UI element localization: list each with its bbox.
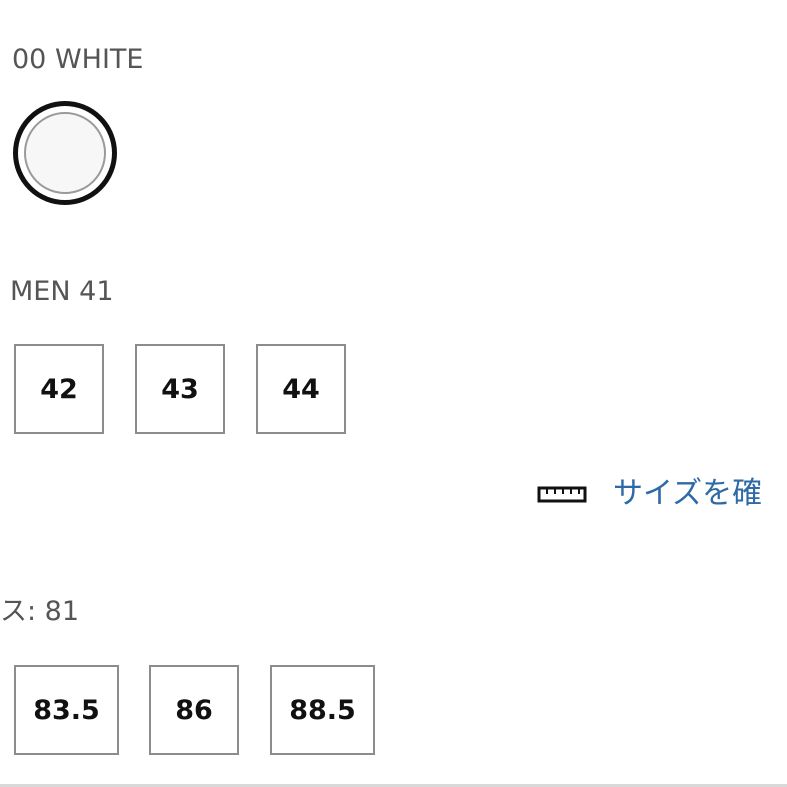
shoe-size-option-label: 44: [282, 373, 320, 405]
size-guide-text: サイズを確: [613, 476, 763, 511]
waist-size-option-88-5[interactable]: 88.5: [270, 665, 375, 755]
shoe-size-label: MEN 41: [10, 276, 114, 307]
color-label: 00 WHITE: [12, 44, 144, 75]
waist-size-option-label: 86: [175, 694, 213, 726]
waist-size-option-label: 88.5: [289, 694, 356, 726]
waist-size-option-83-5[interactable]: 83.5: [14, 665, 119, 755]
shoe-size-option-label: 43: [161, 373, 199, 405]
shoe-size-option-43[interactable]: 43: [135, 344, 225, 434]
shoe-size-option-44[interactable]: 44: [256, 344, 346, 434]
ruler-icon: [537, 486, 587, 503]
waist-size-option-86[interactable]: 86: [149, 665, 239, 755]
waist-size-option-label: 83.5: [33, 694, 100, 726]
white-color-swatch[interactable]: [13, 101, 117, 205]
size-guide-link[interactable]: サイズを確: [537, 474, 762, 514]
shoe-size-option-42[interactable]: 42: [14, 344, 104, 434]
waist-size-label: ス: 81: [0, 596, 80, 627]
swatch-fill: [24, 112, 106, 194]
shoe-size-option-label: 42: [40, 373, 78, 405]
